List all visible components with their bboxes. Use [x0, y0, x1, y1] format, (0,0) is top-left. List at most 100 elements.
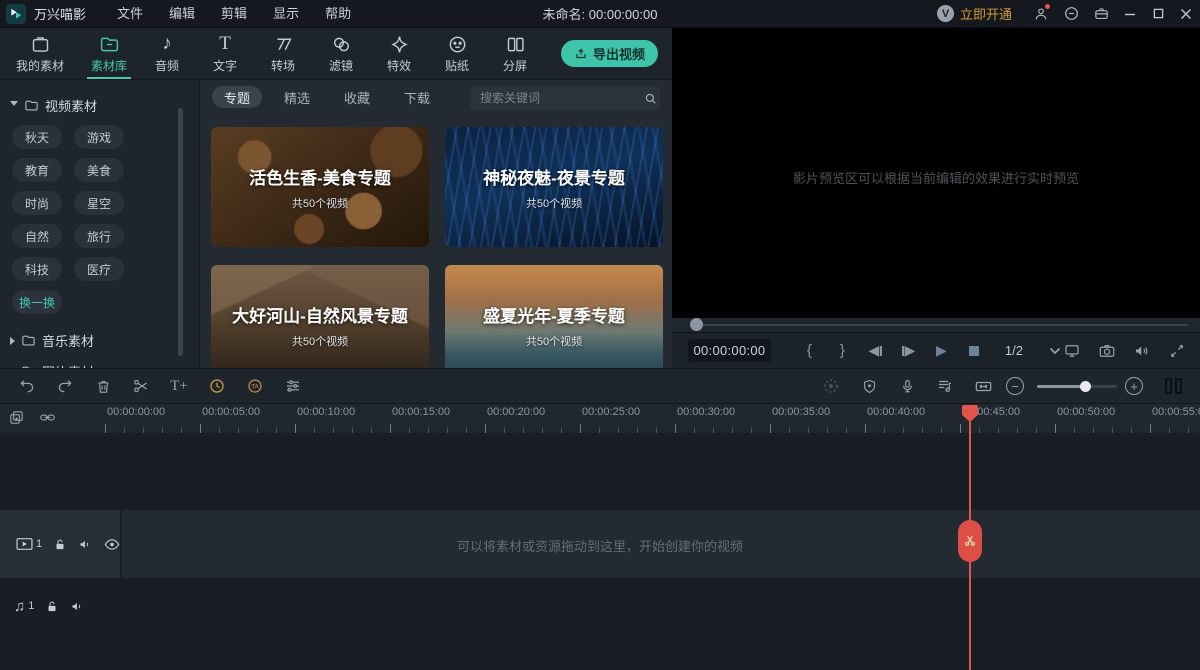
previous-frame-button[interactable]: ◀	[859, 339, 892, 363]
tab-favorites[interactable]: 收藏	[332, 86, 382, 108]
menu-view[interactable]: 显示	[260, 0, 312, 28]
redo-button[interactable]	[55, 376, 75, 396]
display-device-icon[interactable]	[1061, 339, 1083, 363]
add-text-button[interactable]: T+	[169, 376, 189, 396]
close-button[interactable]	[1172, 0, 1200, 28]
audio-track-icon: ♫	[14, 598, 25, 615]
account-icon[interactable]	[1026, 0, 1056, 28]
tag-medical[interactable]: 医疗	[74, 257, 124, 281]
timeline-zoom-slider[interactable]	[1037, 385, 1117, 388]
feedback-icon[interactable]	[1056, 0, 1086, 28]
split-scissors-button[interactable]	[131, 376, 151, 396]
tab-featured[interactable]: 精选	[272, 86, 322, 108]
search-input[interactable]	[470, 91, 641, 105]
nav-stickers[interactable]: 贴纸	[428, 28, 486, 79]
media-panel: 视频素材 秋天 游戏 教育 美食 时尚 星空	[0, 80, 672, 368]
media-clipboard-icon	[30, 33, 51, 55]
voiceover-mic-button[interactable]	[897, 376, 917, 396]
dual-panel-icon[interactable]	[1165, 376, 1182, 396]
lock-track-icon[interactable]	[45, 599, 59, 614]
undo-button[interactable]	[17, 376, 37, 396]
topic-card-summer[interactable]: 盛夏光年-夏季专题 共50个视频	[445, 265, 663, 368]
zoom-in-button[interactable]: +	[1125, 377, 1143, 395]
snapshot-camera-icon[interactable]	[1096, 339, 1118, 363]
tag-fashion[interactable]: 时尚	[12, 191, 62, 215]
tag-nature[interactable]: 自然	[12, 224, 62, 248]
tag-starry[interactable]: 星空	[74, 191, 124, 215]
playback-quality-dropdown[interactable]: 1/2	[1005, 343, 1061, 358]
svg-text:TA: TA	[251, 384, 258, 390]
sidebar-section-video[interactable]: 视频素材	[0, 90, 199, 121]
delete-button[interactable]	[93, 376, 113, 396]
text-to-speech-button[interactable]: TA	[245, 376, 265, 396]
topic-card-nature[interactable]: 大好河山-自然风景专题 共50个视频	[211, 265, 429, 368]
adjust-mixer-button[interactable]	[283, 376, 303, 396]
video-track-header: 1	[0, 510, 120, 578]
play-button[interactable]: ▶	[925, 339, 958, 363]
link-clip-icon[interactable]	[39, 409, 56, 426]
marker-shield-button[interactable]	[859, 376, 879, 396]
preview-seek-bar[interactable]	[672, 318, 1200, 332]
menu-help[interactable]: 帮助	[312, 0, 364, 28]
seek-track[interactable]	[694, 324, 1188, 326]
render-preview-button[interactable]	[821, 376, 841, 396]
volume-icon[interactable]	[1131, 339, 1153, 363]
sidebar-scrollbar[interactable]	[178, 108, 183, 356]
sidebar-section-picture[interactable]: 图片素材	[0, 356, 199, 368]
mark-out-button[interactable]: }	[826, 339, 859, 363]
tag-education[interactable]: 教育	[12, 158, 62, 182]
ruler-scale[interactable]: 00:00:00:00 00:00:05:00 00:00:10:00 00:0…	[105, 404, 1200, 433]
minimize-button[interactable]	[1116, 0, 1144, 28]
fit-timeline-button[interactable]	[973, 376, 993, 396]
audio-list-button[interactable]	[935, 376, 955, 396]
nav-text[interactable]: T 文字	[196, 28, 254, 79]
menu-file[interactable]: 文件	[104, 0, 156, 28]
sidebar-section-music[interactable]: 音乐素材	[0, 325, 199, 356]
video-track-body[interactable]	[122, 510, 1200, 578]
timeline-area[interactable]: 1 可以将素材或资源拖动到这里，开始创建你的视频 ♫ 1	[0, 433, 1200, 670]
topic-card-night[interactable]: 神秘夜魅-夜景专题 共50个视频	[445, 127, 663, 247]
menu-edit[interactable]: 编辑	[156, 0, 208, 28]
nav-transition[interactable]: 转场	[254, 28, 312, 79]
tag-travel[interactable]: 旅行	[74, 224, 124, 248]
fullscreen-icon[interactable]	[1166, 339, 1188, 363]
preview-viewport: 影片预览区可以根据当前编辑的效果进行实时预览	[672, 28, 1200, 318]
nav-filter[interactable]: 滤镜	[312, 28, 370, 79]
mute-track-icon[interactable]	[70, 599, 85, 614]
lock-track-icon[interactable]	[53, 537, 67, 552]
tag-tech[interactable]: 科技	[12, 257, 62, 281]
nav-media-library[interactable]: 素材库	[80, 28, 138, 79]
refresh-tags-button[interactable]: 换一换	[12, 290, 62, 314]
tab-downloads[interactable]: 下载	[392, 86, 442, 108]
tag-game[interactable]: 游戏	[74, 125, 124, 149]
export-video-button[interactable]: 导出视频	[561, 40, 658, 67]
menu-clip[interactable]: 剪辑	[208, 0, 260, 28]
tab-topics[interactable]: 专题	[212, 86, 262, 108]
nav-audio[interactable]: ♪ 音频	[138, 28, 196, 79]
duplicate-clip-icon[interactable]	[8, 409, 25, 426]
tag-food[interactable]: 美食	[74, 158, 124, 182]
speed-clock-button[interactable]	[207, 376, 227, 396]
nav-my-media[interactable]: 我的素材	[0, 28, 80, 79]
stop-button[interactable]	[958, 339, 991, 363]
mute-track-icon[interactable]	[78, 537, 93, 552]
upgrade-link[interactable]: 立即开通	[960, 4, 1012, 23]
zoom-slider-knob[interactable]	[1080, 381, 1091, 392]
nav-effects[interactable]: 特效	[370, 28, 428, 79]
search-icon[interactable]	[641, 91, 660, 106]
topic-card-food[interactable]: 活色生香-美食专题 共50个视频	[211, 127, 429, 247]
topic-card-grid: 活色生香-美食专题 共50个视频 神秘夜魅-夜景专题 共50个视频 大好河山-自…	[211, 127, 663, 368]
preview-panel: 影片预览区可以根据当前编辑的效果进行实时预览 00:00:00:00 { } ◀…	[672, 28, 1200, 368]
playhead-cut-button[interactable]	[958, 520, 982, 562]
next-frame-button[interactable]: ▶	[892, 339, 925, 363]
seek-knob[interactable]	[690, 318, 703, 331]
mark-in-button[interactable]: {	[793, 339, 826, 363]
nav-split-screen[interactable]: 分屏	[486, 28, 544, 79]
tag-autumn[interactable]: 秋天	[12, 125, 62, 149]
toolbox-icon[interactable]	[1086, 0, 1116, 28]
zoom-out-button[interactable]: −	[1006, 377, 1024, 395]
hide-track-eye-icon[interactable]	[104, 538, 120, 551]
maximize-button[interactable]	[1144, 0, 1172, 28]
timeline-ruler[interactable]: 00:00:00:00 00:00:05:00 00:00:10:00 00:0…	[0, 404, 1200, 433]
search-box[interactable]	[470, 86, 660, 110]
